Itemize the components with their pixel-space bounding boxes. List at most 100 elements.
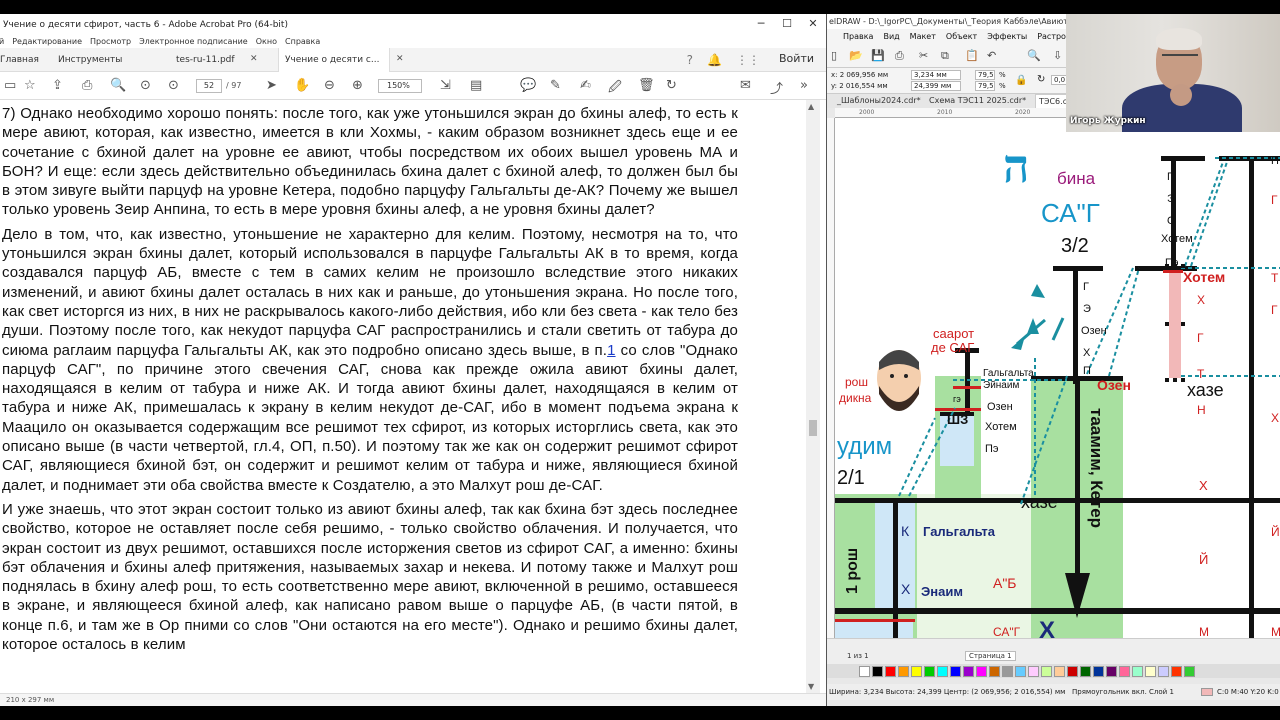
page-up-icon[interactable]: ⊙ [140, 78, 151, 93]
palette-swatch[interactable] [1028, 665, 1039, 677]
print-icon[interactable]: ⎙ [895, 49, 904, 63]
tab-tools[interactable]: Инструменты [58, 48, 122, 72]
zoom-in-icon[interactable]: ⊕ [352, 78, 363, 93]
open-icon[interactable]: 📂 [849, 49, 863, 62]
palette-swatch[interactable] [976, 665, 987, 677]
vertical-scrollbar[interactable]: ▲ ▼ [806, 100, 820, 693]
page-nav-label[interactable]: 1 из 1 [847, 652, 869, 660]
palette-swatch[interactable] [1132, 665, 1143, 677]
scroll-thumb[interactable] [809, 420, 817, 436]
palette-swatch[interactable] [898, 665, 909, 677]
rotate-icon[interactable]: ↻ [666, 78, 677, 93]
height-field[interactable]: 24,399 мм [911, 81, 961, 91]
scale-x-field[interactable]: 79,5 [975, 70, 995, 80]
close-tab-icon[interactable]: ✕ [250, 54, 258, 64]
menu-item-window[interactable]: Окно [256, 37, 277, 46]
new-doc-icon[interactable]: ▯ [831, 49, 837, 62]
palette-swatch[interactable] [937, 665, 948, 677]
edit-pdf-icon[interactable]: 🖉 [608, 78, 622, 100]
lock-ratio-icon[interactable]: 🔒 [1015, 75, 1027, 86]
upload-icon[interactable]: ⇪ [52, 78, 63, 93]
print-icon[interactable]: ⎙ [82, 78, 92, 93]
scale-y-field[interactable]: 79,5 [975, 81, 995, 91]
palette-swatch[interactable] [1184, 665, 1195, 677]
maximize-icon[interactable]: ☐ [774, 14, 800, 34]
palette-swatch[interactable] [859, 665, 870, 677]
page-tab[interactable]: Страница 1 [965, 651, 1016, 661]
doc-tab-scheme[interactable]: Схема ТЭС11 2025.cdr* [929, 96, 1026, 105]
palette-swatch[interactable] [885, 665, 896, 677]
drawing-canvas[interactable]: ה бина СА"Г 3/2 саарот де САГ рош дикна … [835, 118, 1280, 638]
menu-item-edit[interactable]: Редактирование [12, 37, 82, 46]
help-icon[interactable]: ? [687, 53, 693, 67]
page-icon[interactable]: ▭ [4, 78, 16, 93]
pen-icon[interactable]: ✎ [550, 78, 561, 93]
paste-icon[interactable]: 📋 [965, 49, 979, 62]
undo-icon[interactable]: ↶ [987, 49, 996, 62]
palette-swatch[interactable] [950, 665, 961, 677]
reference-link[interactable]: 1 [607, 342, 615, 359]
menu-item-partial[interactable]: й [0, 37, 4, 46]
palette-swatch[interactable] [1054, 665, 1065, 677]
comment-icon[interactable]: 💬 [520, 78, 536, 93]
palette-swatch[interactable] [1171, 665, 1182, 677]
palette-swatch[interactable] [911, 665, 922, 677]
save-icon[interactable]: 💾 [871, 49, 885, 62]
delete-icon[interactable]: 🗑 [638, 78, 655, 93]
import-icon[interactable]: ⇩ [1053, 49, 1062, 62]
sidebar-icon[interactable]: » [800, 78, 808, 93]
minimize-icon[interactable]: ─ [748, 14, 774, 34]
copy-icon[interactable]: ⧉ [941, 49, 949, 63]
scroll-mode-icon[interactable]: ▤ [470, 78, 482, 93]
select-arrow-icon[interactable]: ➤ [266, 78, 277, 93]
menu-item-esign[interactable]: Электронное подписание [139, 37, 248, 46]
color-palette[interactable] [827, 664, 1280, 678]
rotate-icon[interactable]: ↻ [1037, 74, 1045, 85]
page-number-input[interactable]: 52 [196, 79, 222, 93]
menu-item-view[interactable]: Просмотр [90, 37, 131, 46]
apps-icon[interactable]: ⋮⋮ [736, 53, 760, 67]
highlight-icon[interactable]: ✍ [580, 78, 591, 93]
coord-y[interactable]: y: 2 016,554 мм [831, 82, 888, 90]
close-tab-icon[interactable]: ✕ [396, 54, 404, 64]
page-down-icon[interactable]: ⊙ [168, 78, 179, 93]
search-icon[interactable]: 🔍 [1027, 49, 1041, 62]
scroll-down-icon[interactable]: ▼ [808, 682, 814, 691]
corel-menu-layout[interactable]: Макет [910, 32, 936, 44]
doc-tab-templates[interactable]: _Шаблоны2024.cdr* [837, 96, 921, 105]
fit-page-icon[interactable]: ⇲ [440, 78, 451, 93]
palette-swatch[interactable] [1158, 665, 1169, 677]
corel-menu-bitmaps[interactable]: Растро [1037, 32, 1066, 44]
horizontal-scrollbar[interactable] [827, 638, 1280, 650]
palette-swatch[interactable] [1041, 665, 1052, 677]
fill-swatch[interactable] [1201, 688, 1213, 696]
palette-swatch[interactable] [989, 665, 1000, 677]
share-icon[interactable]: ⤴ [770, 78, 783, 97]
zoom-level-select[interactable]: 150% [378, 79, 422, 93]
palette-swatch[interactable] [1080, 665, 1091, 677]
palette-swatch[interactable] [924, 665, 935, 677]
palette-swatch[interactable] [1093, 665, 1104, 677]
palette-swatch[interactable] [1002, 665, 1013, 677]
palette-swatch[interactable] [1106, 665, 1117, 677]
width-field[interactable]: 3,234 мм [911, 70, 961, 80]
bell-icon[interactable]: 🔔 [707, 53, 722, 67]
search-icon[interactable]: 🔍 [110, 78, 126, 93]
star-icon[interactable]: ☆ [24, 78, 36, 93]
corel-menu-effects[interactable]: Эффекты [987, 32, 1027, 44]
palette-swatch[interactable] [1119, 665, 1130, 677]
palette-swatch[interactable] [1015, 665, 1026, 677]
palette-swatch[interactable] [1067, 665, 1078, 677]
coord-x[interactable]: x: 2 069,956 мм [831, 71, 888, 79]
palette-swatch[interactable] [872, 665, 883, 677]
document-page[interactable]: 7) Однако необходимо хорошо понять: посл… [0, 100, 806, 693]
close-icon[interactable]: ✕ [800, 14, 826, 34]
zoom-out-icon[interactable]: ⊖ [324, 78, 335, 93]
tab-home[interactable]: Главная [0, 48, 39, 72]
corel-menu-edit[interactable]: Правка [843, 32, 873, 44]
corel-menu-view[interactable]: Вид [883, 32, 899, 44]
tab-doc-active[interactable]: Учение о десяти с... [278, 48, 390, 72]
palette-swatch[interactable] [1145, 665, 1156, 677]
palette-swatch[interactable] [963, 665, 974, 677]
scroll-up-icon[interactable]: ▲ [808, 102, 814, 111]
